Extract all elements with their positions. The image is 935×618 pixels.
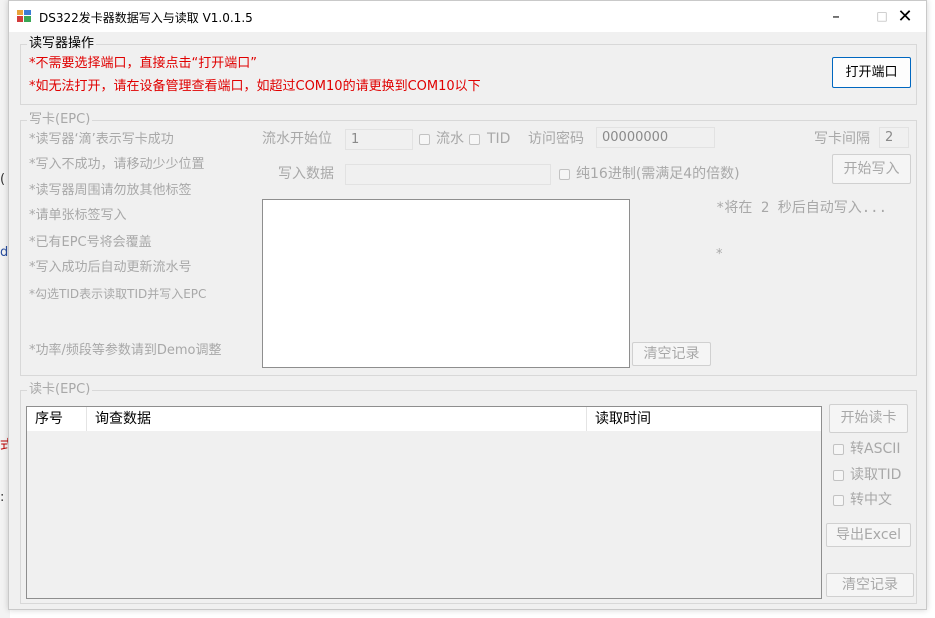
chinese-checkbox[interactable] <box>833 495 844 506</box>
write-tip: *读写器‘滴’表示写卡成功 <box>29 132 174 147</box>
serial-start-input[interactable]: 1 <box>345 129 413 150</box>
tid-checkbox[interactable] <box>469 134 480 145</box>
serial-checkbox[interactable] <box>419 134 430 145</box>
interval-label: 写卡间隔 <box>814 131 870 147</box>
window-title: DS322发卡器数据写入与读取 V1.0.1.5 <box>39 11 253 25</box>
read-group-title: 读卡(EPC) <box>27 382 93 398</box>
close-icon[interactable]: ✕ <box>882 1 928 32</box>
write-tip: *请单张标签写入 <box>29 208 127 223</box>
column-header-index[interactable]: 序号 <box>27 407 87 431</box>
password-label: 访问密码 <box>528 131 584 147</box>
start-read-button[interactable]: 开始读卡 <box>829 404 908 433</box>
write-tip: *已有EPC号将会覆盖 <box>29 235 152 250</box>
reader-group-title: 读写器操作 <box>27 36 97 52</box>
read-card-group: 读卡(EPC) 序号 询查数据 读取时间 开始读卡 转ASCII 读取TID 转… <box>20 382 917 604</box>
hex-checkbox[interactable] <box>559 169 570 180</box>
start-write-button[interactable]: 开始写入 <box>832 154 911 184</box>
interval-input[interactable]: 2 <box>879 127 909 148</box>
tid-checkbox-label: TID <box>487 131 511 147</box>
note-no-port-select: *不需要选择端口，直接点击“打开端口” <box>29 56 257 71</box>
write-tip: *写入成功后自动更新流水号 <box>29 260 192 275</box>
hex-checkbox-label: 纯16进制(需满足4的倍数) <box>576 166 740 182</box>
note-com-port: *如无法打开，请在设备管理查看端口，如超过COM10的请更换到COM10以下 <box>29 79 481 94</box>
clear-write-log-button[interactable]: 清空记录 <box>632 342 711 366</box>
app-grid-icon <box>17 10 31 22</box>
column-header-query-data[interactable]: 询查数据 <box>87 407 587 431</box>
password-input[interactable]: 00000000 <box>596 127 715 148</box>
ascii-checkbox-label: 转ASCII <box>850 441 901 457</box>
open-port-button[interactable]: 打开端口 <box>832 57 911 88</box>
column-header-read-time[interactable]: 读取时间 <box>587 407 821 431</box>
reader-operation-group: 读写器操作 *不需要选择端口，直接点击“打开端口” *如无法打开，请在设备管理查… <box>20 36 917 105</box>
power-tip: *功率/频段等参数请到Demo调整 <box>29 343 222 358</box>
serial-checkbox-label: 流水 <box>436 131 464 147</box>
serial-start-label: 流水开始位 <box>262 131 332 147</box>
write-tip: *读写器周围请勿放其他标签 <box>29 183 192 198</box>
background-glyph: ( <box>0 172 6 187</box>
read-tid-checkbox-label: 读取TID <box>850 467 902 483</box>
write-data-input[interactable] <box>345 164 551 185</box>
app-window: DS322发卡器数据写入与读取 V1.0.1.5 – □ ✕ 读写器操作 *不需… <box>8 0 927 610</box>
read-tid-checkbox[interactable] <box>833 470 844 481</box>
read-results-table[interactable]: 序号 询查数据 读取时间 <box>26 406 822 599</box>
auto-write-status: *将在 2 秒后自动写入... <box>716 200 888 216</box>
chinese-checkbox-label: 转中文 <box>850 492 892 508</box>
clear-read-log-button[interactable]: 清空记录 <box>826 573 914 597</box>
write-status-star: * <box>716 247 723 262</box>
write-log-textarea[interactable] <box>262 199 630 368</box>
ascii-checkbox[interactable] <box>833 444 844 455</box>
export-excel-button[interactable]: 导出Excel <box>826 523 911 547</box>
background-glyph: : <box>0 490 5 505</box>
minimize-icon[interactable]: – <box>813 1 859 32</box>
write-card-group: 写卡(EPC) *读写器‘滴’表示写卡成功 *写入不成功，请移动少少位置 *读写… <box>20 112 917 376</box>
write-tip: *写入不成功，请移动少少位置 <box>29 157 205 172</box>
title-bar[interactable]: DS322发卡器数据写入与读取 V1.0.1.5 – □ ✕ <box>9 1 926 32</box>
table-header: 序号 询查数据 读取时间 <box>27 407 821 432</box>
write-group-title: 写卡(EPC) <box>27 112 93 128</box>
write-tip: *勾选TID表示读取TID并写入EPC <box>29 287 207 301</box>
write-data-label: 写入数据 <box>278 166 334 182</box>
